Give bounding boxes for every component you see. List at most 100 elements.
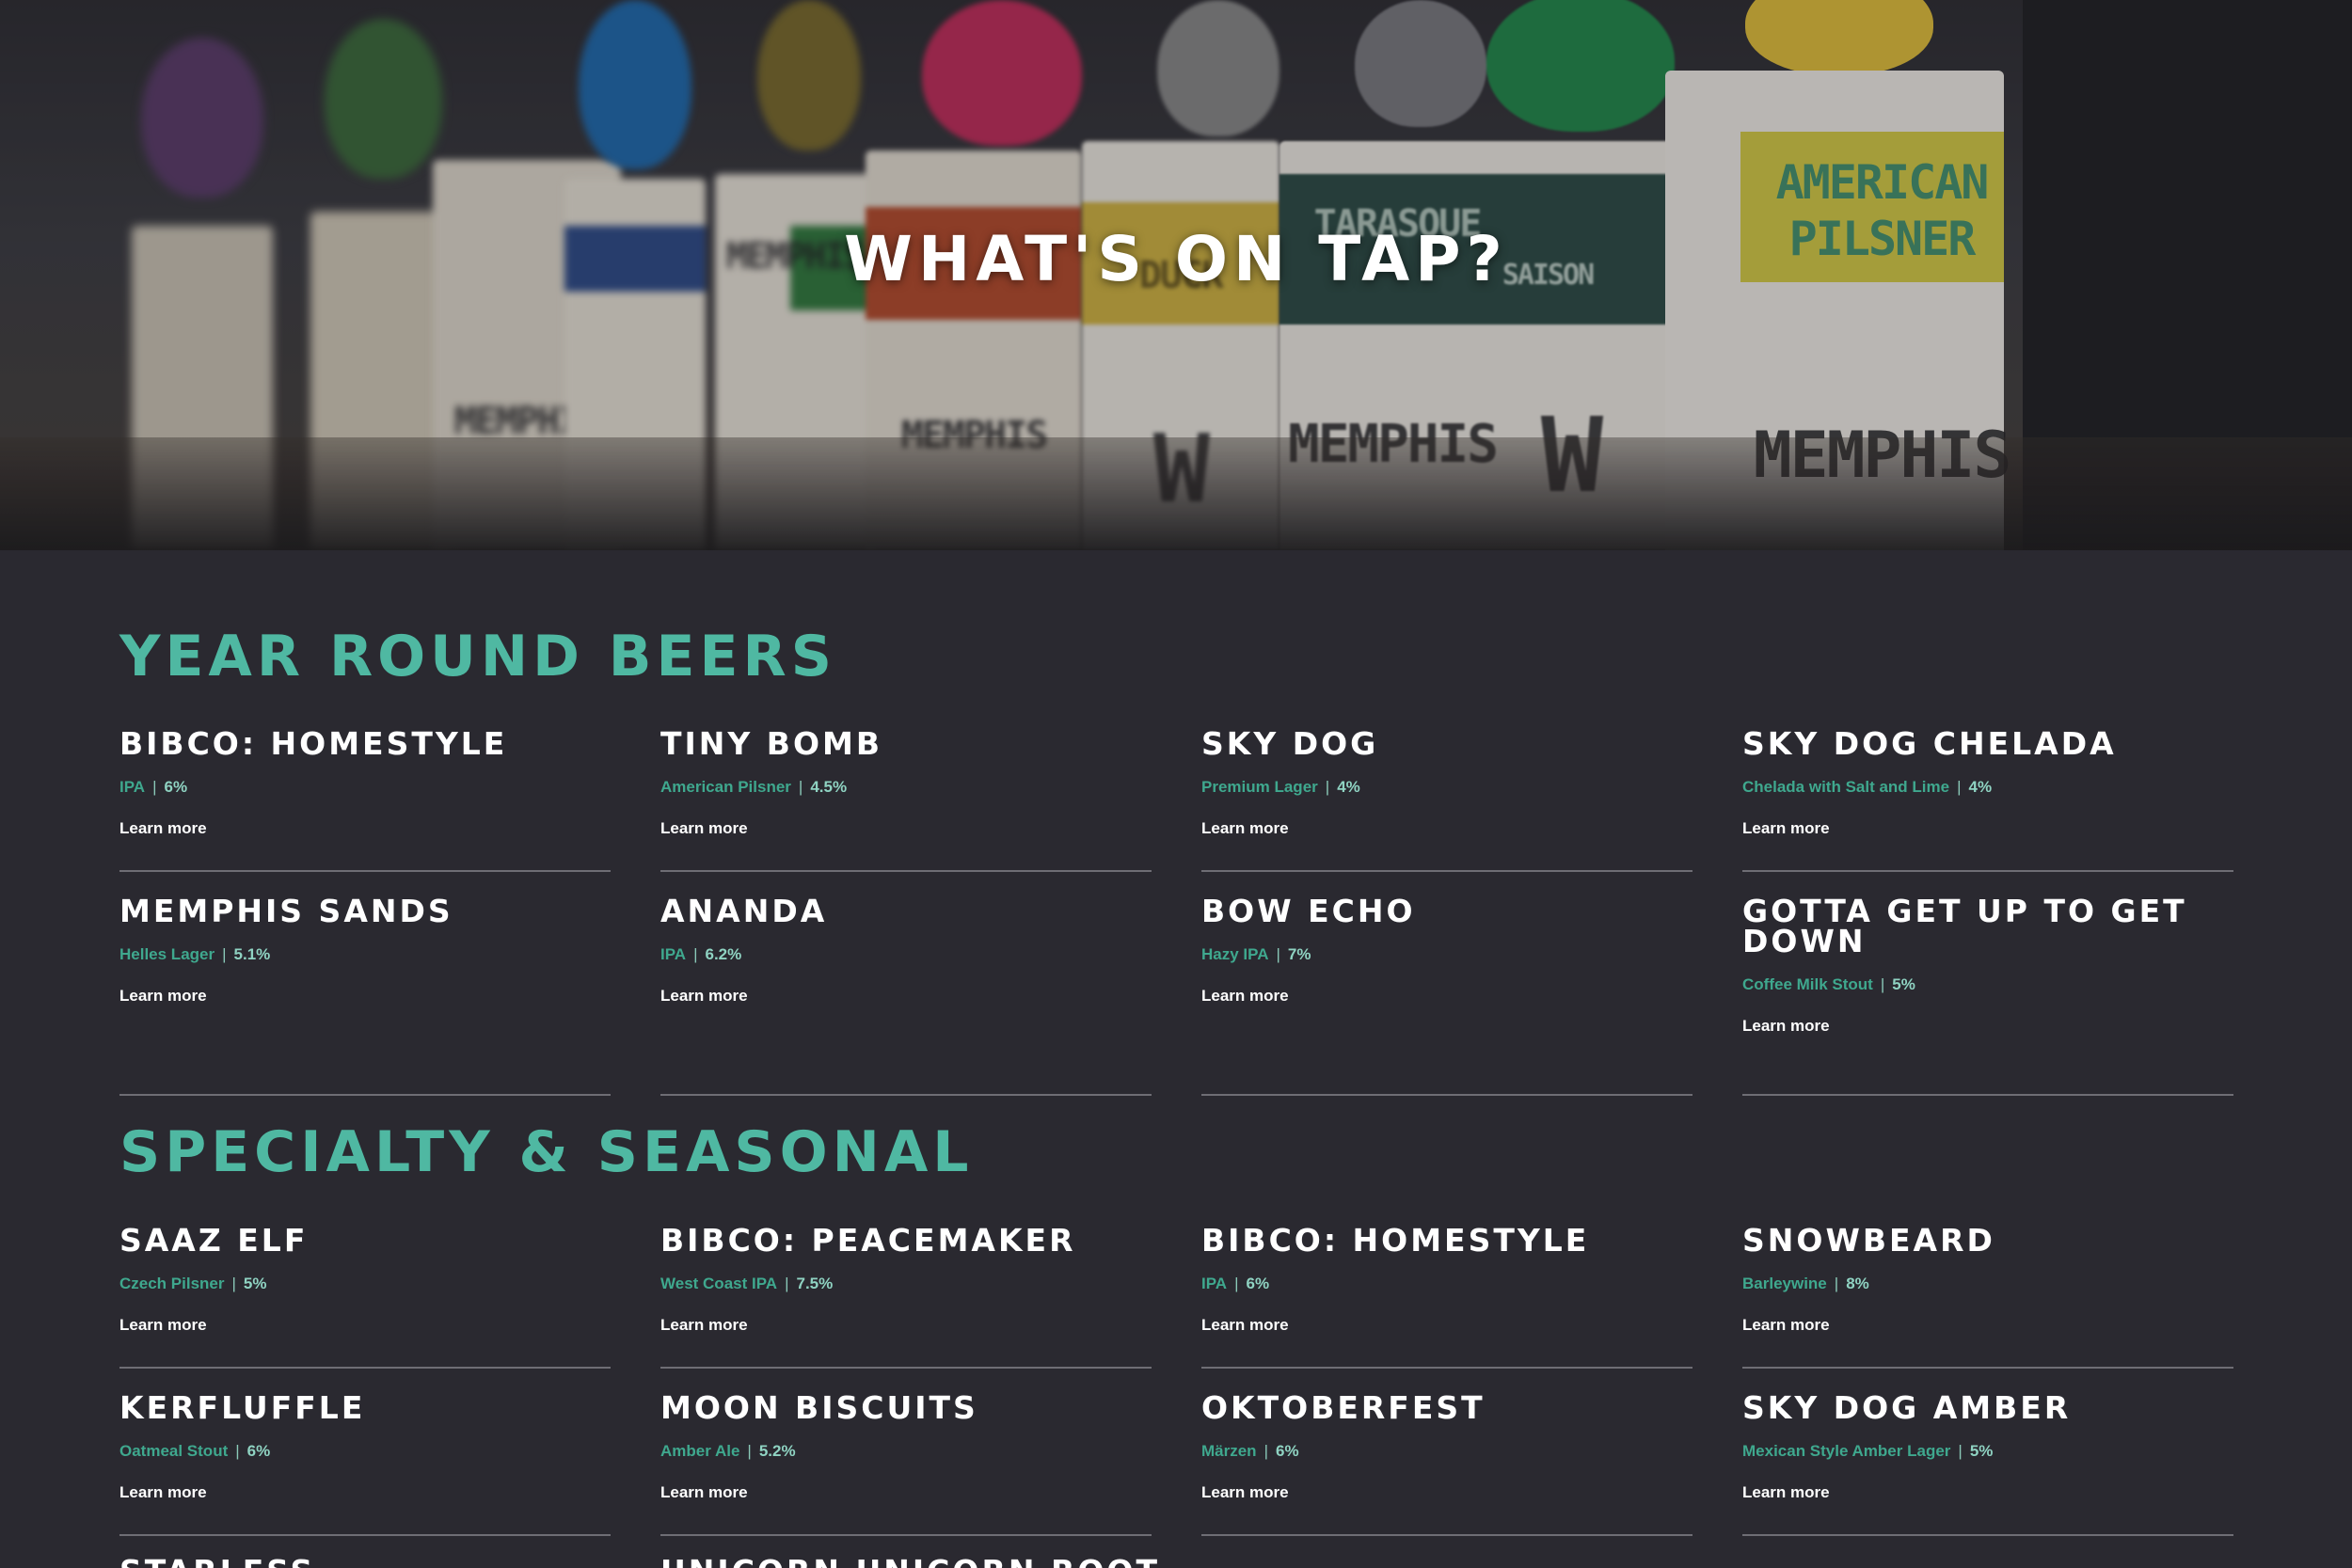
beer-meta: Barleywine | 8% <box>1742 1275 2233 1293</box>
meta-separator: | <box>798 778 803 796</box>
beer-card: BIBCO: PEACEMAKER West Coast IPA | 7.5% Le… <box>660 1222 1152 1369</box>
beer-meta: Chelada with Salt and Lime | 4% <box>1742 778 2233 797</box>
beer-style: Czech Pilsner <box>119 1275 225 1292</box>
beer-meta: IPA | 6% <box>119 778 611 797</box>
beer-name: BIBCO: PEACEMAKER <box>660 1222 1076 1259</box>
beer-abv: 5.2% <box>758 1442 796 1460</box>
beer-abv: 5% <box>243 1275 267 1292</box>
beer-card: SAAZ ELF Czech Pilsner | 5% Learn more <box>119 1222 611 1369</box>
learn-more-link[interactable]: Learn more <box>660 987 748 1006</box>
learn-more-link[interactable]: Learn more <box>119 987 207 1006</box>
beer-abv: 5% <box>1892 975 1915 993</box>
beer-grid-year-round: BIBCO: HOMESTYLE IPA | 6% Learn more TINY … <box>119 725 2234 1096</box>
beer-card: GOTTA GET UP TO GET DOWN Coffee Milk Sto… <box>1742 895 2233 1096</box>
beer-name: KERFLUFFLE <box>119 1389 366 1426</box>
beer-card: SKY DOG Premium Lager | 4% Learn more <box>1201 725 1692 872</box>
beer-name: TINY BOMB <box>660 725 882 762</box>
learn-more-link[interactable]: Learn more <box>1201 1483 1289 1502</box>
beer-abv: 4% <box>1337 778 1360 796</box>
beer-abv: 6% <box>1246 1275 1270 1292</box>
beer-name: SKY DOG <box>1201 725 1379 762</box>
meta-separator: | <box>1276 945 1280 963</box>
meta-separator: | <box>152 778 157 796</box>
beer-card: SKY DOG CHELADA Chelada with Salt and Li… <box>1742 728 2233 872</box>
beer-name-cutoff: STARLESS <box>119 1557 315 1568</box>
learn-more-link[interactable]: Learn more <box>119 1316 207 1335</box>
beer-style: Amber Ale <box>660 1442 740 1460</box>
beer-style: Chelada with Salt and Lime <box>1742 778 1950 796</box>
learn-more-link[interactable]: Learn more <box>119 1483 207 1502</box>
beer-meta: Premium Lager | 4% <box>1201 778 1692 797</box>
beer-name: BIBCO: HOMESTYLE <box>1201 1222 1590 1259</box>
beer-card: SNOWBEARD Barleywine | 8% Learn more <box>1742 1222 2233 1369</box>
beer-name: OKTOBERFEST <box>1201 1389 1486 1426</box>
beer-meta: Helles Lager | 5.1% <box>119 945 611 964</box>
beer-meta: IPA | 6% <box>1201 1275 1692 1293</box>
beer-name-cutoff: UNICORN UNICORN ROOT <box>660 1557 1160 1568</box>
learn-more-link[interactable]: Learn more <box>1742 1017 1830 1036</box>
beer-abv: 6% <box>164 778 188 796</box>
beer-abv: 7% <box>1287 945 1311 963</box>
learn-more-link[interactable]: Learn more <box>1742 1316 1830 1335</box>
beer-style: American Pilsner <box>660 778 791 796</box>
beer-name: SAAZ ELF <box>119 1222 309 1259</box>
beer-name: BIBCO: HOMESTYLE <box>119 725 508 762</box>
learn-more-link[interactable]: Learn more <box>1201 819 1289 838</box>
beer-meta: Märzen | 6% <box>1201 1442 1692 1461</box>
beer-style: IPA <box>660 945 687 963</box>
beer-abv: 6% <box>1276 1442 1299 1460</box>
beer-card: MEMPHIS SANDS Helles Lager | 5.1% Learn mo… <box>119 895 611 1096</box>
beer-abv: 6.2% <box>705 945 742 963</box>
beer-grid-specialty: SAAZ ELF Czech Pilsner | 5% Learn more BIB… <box>119 1222 2234 1536</box>
beer-abv: 4% <box>1968 778 1993 796</box>
beer-card: BIBCO: HOMESTYLE IPA | 6% Learn more <box>119 725 611 872</box>
beer-abv: 7.5% <box>796 1275 834 1292</box>
learn-more-link[interactable]: Learn more <box>1742 1483 1830 1502</box>
beer-card: ANANDA IPA | 6.2% Learn more <box>660 893 1152 1096</box>
beer-meta: Amber Ale | 5.2% <box>660 1442 1152 1461</box>
meta-separator: | <box>1834 1275 1839 1292</box>
beer-card: SKY DOG AMBER Mexican Style Amber Lager |… <box>1742 1392 2233 1536</box>
meta-separator: | <box>1325 778 1330 796</box>
beer-card: KERFLUFFLE Oatmeal Stout | 6% Learn more <box>119 1389 611 1536</box>
beer-meta: Hazy IPA | 7% <box>1201 945 1692 964</box>
beer-abv: 8% <box>1846 1275 1869 1292</box>
beer-meta: American Pilsner | 4.5% <box>660 778 1152 797</box>
beer-abv: 5.1% <box>233 945 271 963</box>
learn-more-link[interactable]: Learn more <box>660 1316 748 1335</box>
beer-meta: Czech Pilsner | 5% <box>119 1275 611 1293</box>
meta-separator: | <box>1234 1275 1239 1292</box>
beer-name: ANANDA <box>660 893 828 929</box>
beer-name: SNOWBEARD <box>1742 1222 1995 1259</box>
beer-style: Coffee Milk Stout <box>1742 975 1873 993</box>
meta-separator: | <box>785 1275 789 1292</box>
meta-separator: | <box>222 945 227 963</box>
beer-card: MOON BISCUITS Amber Ale | 5.2% Learn more <box>660 1389 1152 1536</box>
beer-meta: Mexican Style Amber Lager | 5% <box>1742 1442 2233 1461</box>
meta-separator: | <box>693 945 698 963</box>
beer-meta: Oatmeal Stout | 6% <box>119 1442 611 1461</box>
section-title-year-round: YEAR ROUND BEERS <box>119 624 836 689</box>
learn-more-link[interactable]: Learn more <box>660 1483 748 1502</box>
meta-separator: | <box>235 1442 240 1460</box>
page-title: WHAT'S ON TAP? <box>844 223 1508 296</box>
beer-style: IPA <box>119 778 146 796</box>
beer-card: OKTOBERFEST Märzen | 6% Learn more <box>1201 1389 1692 1536</box>
beer-style: Barleywine <box>1742 1275 1827 1292</box>
meta-separator: | <box>1263 1442 1268 1460</box>
beer-style: Oatmeal Stout <box>119 1442 229 1460</box>
meta-separator: | <box>1880 975 1885 993</box>
beer-abv: 4.5% <box>810 778 848 796</box>
beer-style: West Coast IPA <box>660 1275 778 1292</box>
learn-more-link[interactable]: Learn more <box>119 819 207 838</box>
beer-meta: West Coast IPA | 7.5% <box>660 1275 1152 1293</box>
beer-style: Premium Lager <box>1201 778 1318 796</box>
meta-separator: | <box>747 1442 752 1460</box>
beer-name: MOON BISCUITS <box>660 1389 978 1426</box>
beer-card: BOW ECHO Hazy IPA | 7% Learn more <box>1201 895 1692 1096</box>
learn-more-link[interactable]: Learn more <box>1742 819 1830 838</box>
learn-more-link[interactable]: Learn more <box>1201 987 1289 1006</box>
hero-banner: MEMPHIS MEMPHIS MEMPHIS DUCK W MEMPHIS T… <box>0 0 2352 550</box>
learn-more-link[interactable]: Learn more <box>660 819 748 838</box>
learn-more-link[interactable]: Learn more <box>1201 1316 1289 1335</box>
